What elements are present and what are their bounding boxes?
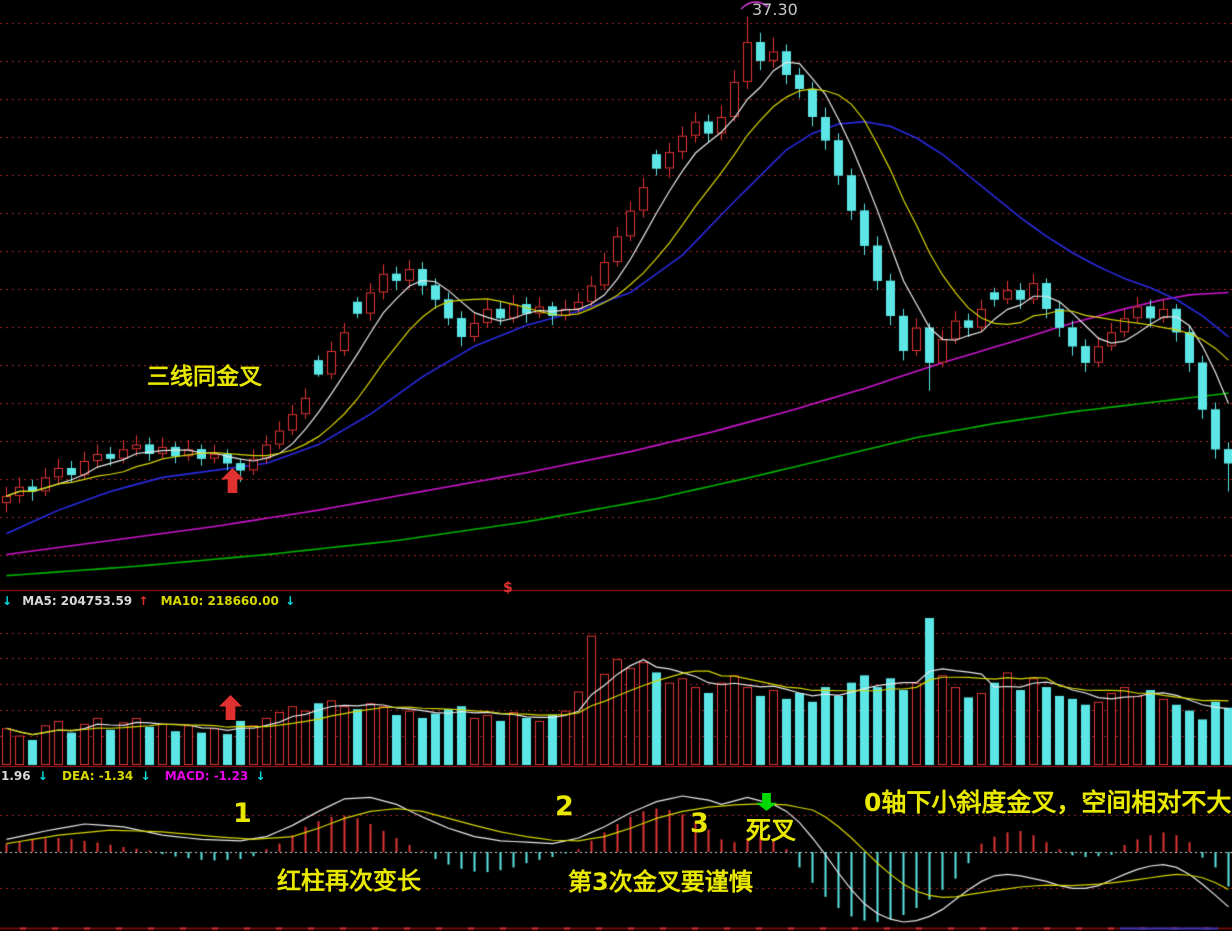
- red-bar-note-label: 红柱再次变长: [277, 869, 421, 893]
- volume-pane-header: ↓ MA5: 204753.59 ↑ MA10: 218660.00 ↓: [2, 594, 295, 608]
- ma5-up-arrow-icon: ↑: [138, 594, 148, 608]
- macd-pane-header: 1.96 ↓ DEA: -1.34 ↓ MACD: -1.23 ↓: [1, 769, 266, 783]
- golden-cross-2-label: 2: [555, 793, 574, 820]
- macd-value: MACD: -1.23: [165, 769, 249, 783]
- stock-chart-window: 三线同金叉 37.30 $ ↓ MA5: 204753.59 ↑ MA10: 2…: [0, 0, 1232, 931]
- three-line-golden-cross-label: 三线同金叉: [147, 366, 262, 389]
- third-cross-note-label: 第3次金叉要谨慎: [568, 870, 753, 894]
- volume-ma5-value: MA5: 204753.59: [22, 594, 132, 608]
- dea-down-arrow-icon: ↓: [140, 769, 150, 783]
- volume-ma10-value: MA10: 218660.00: [161, 594, 279, 608]
- golden-cross-3-label: 3: [690, 810, 709, 837]
- death-cross-label: 死叉: [746, 818, 796, 843]
- golden-cross-1-label: 1: [233, 800, 252, 827]
- macd-down-arrow-icon: ↓: [255, 769, 265, 783]
- dif-value: 1.96: [1, 769, 31, 783]
- volume-down-arrow-icon: ↓: [2, 594, 12, 608]
- ma10-down-arrow-icon: ↓: [285, 594, 295, 608]
- dea-value: DEA: -1.34: [62, 769, 133, 783]
- zero-axis-note-label: 0轴下小斜度金叉，空间相对不大: [864, 790, 1231, 815]
- dif-down-arrow-icon: ↓: [38, 769, 48, 783]
- money-marker-icon: $: [503, 580, 513, 596]
- peak-price-label: 37.30: [752, 0, 798, 19]
